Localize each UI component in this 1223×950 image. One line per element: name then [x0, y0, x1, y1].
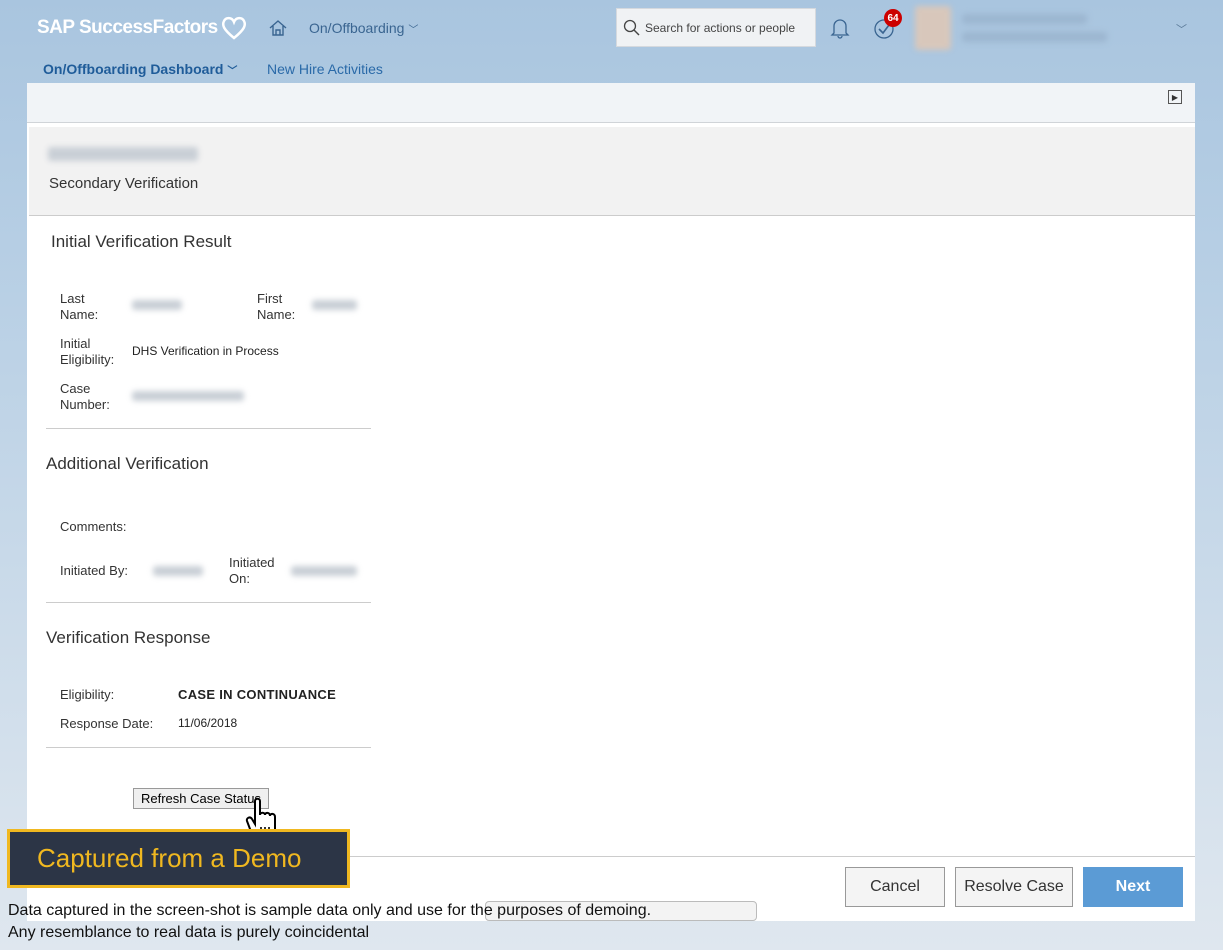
- home-icon[interactable]: [268, 18, 288, 38]
- logo[interactable]: SAP SuccessFactors: [37, 16, 247, 40]
- search-placeholder: Search for actions or people: [645, 20, 796, 35]
- subnav-new-hire[interactable]: New Hire Activities: [267, 61, 383, 77]
- logo-text: SAP SuccessFactors: [37, 17, 218, 38]
- subnav-dashboard[interactable]: On/Offboarding Dashboard ﹀: [43, 61, 237, 77]
- response-title: Verification Response: [46, 628, 211, 647]
- user-title: [962, 32, 1107, 42]
- avatar[interactable]: [915, 6, 951, 50]
- last-name-label: Last Name:: [60, 291, 99, 322]
- divider: [46, 602, 371, 603]
- toolbar: [27, 83, 1195, 123]
- play-icon[interactable]: ▶: [1168, 90, 1182, 104]
- chevron-down-icon: ﹀: [408, 25, 419, 36]
- employee-name: [48, 147, 198, 161]
- cancel-button[interactable]: Cancel: [845, 867, 945, 907]
- last-name-value: [132, 300, 182, 310]
- first-name-label: First Name:: [257, 291, 296, 322]
- comments-label: Comments:: [60, 519, 127, 534]
- chevron-down-icon: ﹀: [227, 66, 238, 77]
- initiated-by-label: Initiated By:: [60, 563, 128, 578]
- page-subtitle: Secondary Verification: [49, 175, 199, 192]
- resolve-case-button[interactable]: Resolve Case: [955, 867, 1073, 907]
- initiated-on-value: [291, 566, 357, 576]
- first-name-value: [312, 300, 357, 310]
- response-date-value: 11/06/2018: [178, 716, 238, 730]
- todo-badge: 64: [884, 9, 902, 27]
- case-number-label: Case Number:: [60, 381, 110, 412]
- heart-icon: [221, 16, 246, 40]
- response-date-label: Response Date:: [60, 716, 154, 731]
- demo-banner: Captured from a Demo: [7, 829, 350, 888]
- module-label: On/Offboarding: [309, 20, 405, 36]
- initial-eligibility-value: DHS Verification in Process: [132, 344, 279, 358]
- case-number-value: [132, 391, 244, 401]
- initiated-by-value: [153, 566, 203, 576]
- divider: [46, 747, 371, 748]
- page-header: [29, 127, 1195, 216]
- next-button[interactable]: Next: [1083, 867, 1183, 907]
- initial-title: Initial Verification Result: [51, 232, 232, 251]
- initiated-on-label: Initiated On:: [229, 555, 275, 586]
- search-input[interactable]: Search for actions or people: [616, 8, 816, 47]
- disclaimer-line-1: Data captured in the screen-shot is samp…: [8, 902, 652, 919]
- bell-icon[interactable]: [830, 17, 850, 39]
- dashboard-label: On/Offboarding Dashboard: [43, 61, 224, 77]
- module-menu[interactable]: On/Offboarding ﹀: [309, 20, 418, 36]
- eligibility-value: CASE IN CONTINUANCE: [178, 687, 337, 702]
- eligibility-label: Eligibility:: [60, 687, 115, 702]
- user-name[interactable]: [962, 14, 1087, 24]
- divider: [46, 428, 371, 429]
- initial-eligibility-label: Initial Eligibility:: [60, 336, 115, 367]
- search-icon: [623, 19, 640, 36]
- additional-title: Additional Verification: [46, 454, 209, 473]
- disclaimer-line-2: Any resemblance to real data is purely c…: [8, 924, 370, 941]
- chevron-down-icon[interactable]: ﹀: [1176, 21, 1187, 37]
